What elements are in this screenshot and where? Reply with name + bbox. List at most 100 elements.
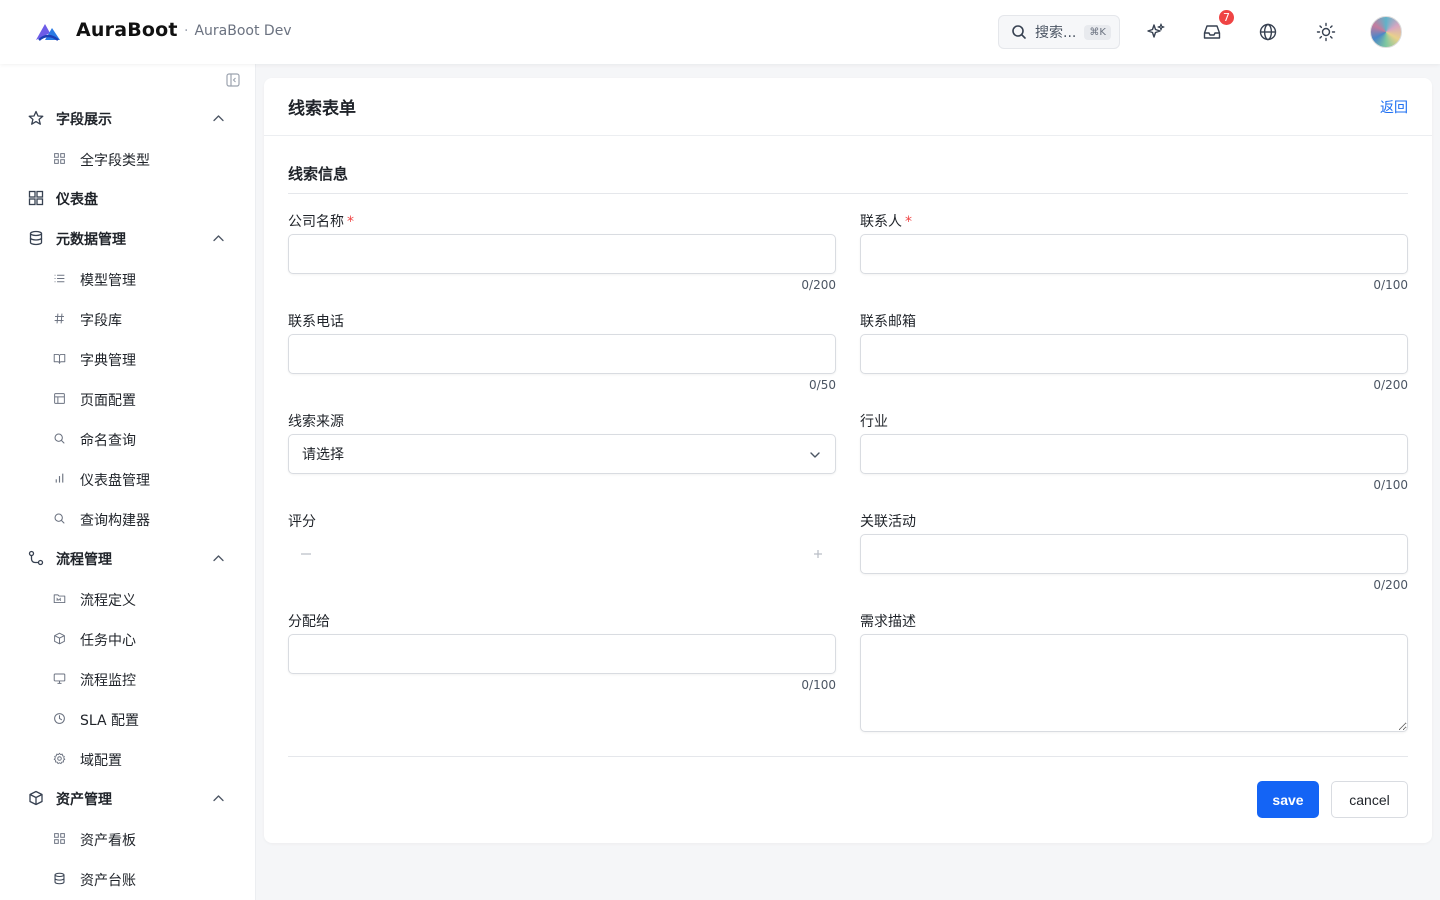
sidebar-item-2-6[interactable]: 查询构建器 xyxy=(0,498,255,538)
brand-name[interactable]: AuraBoot xyxy=(76,19,178,41)
sidebar-group-0[interactable]: 字段展示 xyxy=(0,98,255,138)
contact-label: 联系人 * xyxy=(860,211,912,231)
sidebar-item-2-5[interactable]: 仪表盘管理 xyxy=(0,458,255,498)
sidebar-item-4-1[interactable]: 资产台账 xyxy=(0,858,255,898)
email-input[interactable] xyxy=(860,334,1408,374)
database-icon xyxy=(54,872,65,885)
sidebar-item-0-0[interactable]: 全字段类型 xyxy=(0,138,255,178)
sidebar-group-label: 仪表盘 xyxy=(56,192,98,208)
email-counter: 0/200 xyxy=(1373,378,1408,392)
auraboot-logo-icon[interactable] xyxy=(34,20,62,44)
industry-label: 行业 xyxy=(860,414,888,430)
star-icon xyxy=(28,110,44,125)
requirement-textarea[interactable] xyxy=(860,634,1408,732)
chevron-up-icon[interactable] xyxy=(212,792,225,805)
book-icon xyxy=(53,353,66,364)
email-label: 联系邮箱 xyxy=(860,314,916,330)
sidebar-group-3[interactable]: 流程管理 xyxy=(0,538,255,578)
company-input[interactable] xyxy=(288,234,836,274)
sidebar-item-3-4[interactable]: 域配置 xyxy=(0,738,255,778)
sidebar-group-label: 资产管理 xyxy=(56,792,112,808)
theme-toggle-button[interactable] xyxy=(1314,20,1338,44)
activity-label: 关联活动 xyxy=(860,514,916,530)
chevron-up-icon[interactable] xyxy=(212,552,225,565)
sidebar-item-2-3[interactable]: 页面配置 xyxy=(0,378,255,418)
assignee-input[interactable] xyxy=(288,634,836,674)
sidebar-item-label: 查询构建器 xyxy=(80,513,150,529)
user-avatar[interactable] xyxy=(1370,16,1402,48)
notification-badge: 7 xyxy=(1217,8,1236,27)
section-title: 线索信息 xyxy=(288,165,349,183)
sidebar-item-label: 资产看板 xyxy=(80,833,136,849)
lead-form-card: 线索表单 返回 线索信息 公司名称 * 0/200 联系人 * 0/100 联系电话… xyxy=(264,78,1432,843)
sidebar-item-label: 命名查询 xyxy=(80,433,136,449)
sidebar-item-3-0[interactable]: 流程定义 xyxy=(0,578,255,618)
dashboard-icon xyxy=(28,190,44,206)
settings-icon xyxy=(53,752,66,765)
card-divider xyxy=(264,135,1432,136)
language-button[interactable] xyxy=(1256,20,1280,44)
layout-icon xyxy=(54,393,65,404)
sidebar-item-label: 页面配置 xyxy=(80,393,136,409)
sidebar-item-4-0[interactable]: 资产看板 xyxy=(0,818,255,858)
sidebar-group-2[interactable]: 元数据管理 xyxy=(0,218,255,258)
company-counter: 0/200 xyxy=(801,278,836,292)
globe-icon xyxy=(1259,23,1277,41)
sparkle-icon xyxy=(1147,23,1165,38)
page-title: 线索表单 xyxy=(288,99,356,119)
sidebar-item-2-4[interactable]: 命名查询 xyxy=(0,418,255,458)
source-select-value: 请选择 xyxy=(302,447,344,463)
environment-label: · AuraBoot Dev xyxy=(184,23,292,39)
sidebar-group-label: 流程管理 xyxy=(56,552,112,568)
top-header: AuraBoot · AuraBoot Dev 搜索... ⌘K 7 xyxy=(0,0,1440,64)
cancel-button[interactable]: cancel xyxy=(1331,781,1408,818)
source-select[interactable]: 请选择 xyxy=(288,434,836,474)
required-mark: * xyxy=(905,214,912,230)
search-shortcut: ⌘K xyxy=(1084,24,1111,40)
back-link[interactable]: 返回 xyxy=(1380,97,1408,117)
sidebar-item-label: 字典管理 xyxy=(80,353,136,369)
grid-icon xyxy=(54,833,65,844)
sidebar-item-label: 字段库 xyxy=(80,313,122,329)
sidebar-group-4[interactable]: 资产管理 xyxy=(0,778,255,818)
search-placeholder: 搜索... xyxy=(1035,25,1077,41)
chevron-up-icon[interactable] xyxy=(212,232,225,245)
sidebar-group-1[interactable]: 仪表盘 xyxy=(0,178,255,218)
score-increment-icon[interactable] xyxy=(811,547,825,561)
cube-icon xyxy=(54,632,65,645)
industry-input[interactable] xyxy=(860,434,1408,474)
env-separator: · xyxy=(184,23,189,39)
global-search[interactable]: 搜索... ⌘K xyxy=(998,15,1120,49)
sidebar-item-2-2[interactable]: 字典管理 xyxy=(0,338,255,378)
phone-input[interactable] xyxy=(288,334,836,374)
sidebar-item-3-3[interactable]: SLA 配置 xyxy=(0,698,255,738)
sidebar-item-3-1[interactable]: 任务中心 xyxy=(0,618,255,658)
contact-input[interactable] xyxy=(860,234,1408,274)
score-decrement-icon[interactable] xyxy=(299,547,313,561)
contact-counter: 0/100 xyxy=(1373,278,1408,292)
sidebar-item-2-1[interactable]: 字段库 xyxy=(0,298,255,338)
chevron-down-icon xyxy=(810,452,820,458)
chevron-up-icon[interactable] xyxy=(212,112,225,125)
activity-input[interactable] xyxy=(860,534,1408,574)
company-label: 公司名称 * xyxy=(288,211,354,231)
assignee-counter: 0/100 xyxy=(801,678,836,692)
assignee-label: 分配给 xyxy=(288,614,330,630)
form-footer-divider xyxy=(288,756,1408,757)
sidebar-item-label: 仪表盘管理 xyxy=(80,473,150,489)
sidebar-item-label: 任务中心 xyxy=(80,633,136,649)
inbox-icon xyxy=(1203,25,1221,39)
save-button[interactable]: save xyxy=(1257,781,1319,818)
monitor-icon xyxy=(53,673,66,684)
folder-icon xyxy=(53,594,66,604)
sidebar-item-3-2[interactable]: 流程监控 xyxy=(0,658,255,698)
ai-sparkle-button[interactable] xyxy=(1144,20,1168,44)
sidebar-item-label: 流程监控 xyxy=(80,673,136,689)
phone-counter: 0/50 xyxy=(809,378,836,392)
sidebar-item-label: 资产台账 xyxy=(80,873,136,889)
search-icon xyxy=(1012,25,1026,39)
search-icon xyxy=(54,513,65,524)
sidebar-collapse-icon[interactable] xyxy=(226,73,240,87)
sidebar-item-2-0[interactable]: 模型管理 xyxy=(0,258,255,298)
score-label: 评分 xyxy=(288,514,316,530)
